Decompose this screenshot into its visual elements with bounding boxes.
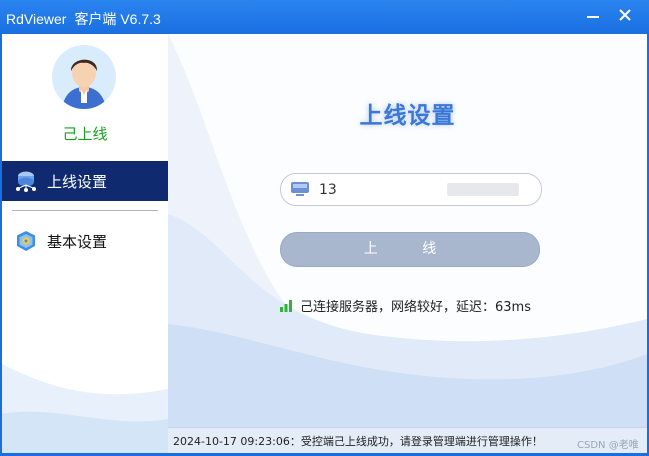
monitor-icon <box>291 182 309 196</box>
client-version: 客户端 V6.7.3 <box>74 11 161 27</box>
avatar <box>52 45 116 109</box>
app-name: RdViewer <box>6 11 67 27</box>
sidebar-item-online-settings[interactable]: 上线设置 <box>2 161 168 201</box>
window-content: 己上线 上线设置 基本设置 上线设置 13 上 线 己连接服务器，网络较好，延迟… <box>2 34 647 453</box>
sidebar-divider <box>12 210 158 211</box>
page-title: 上线设置 <box>359 103 456 129</box>
connection-status-text: 己连接服务器，网络较好，延迟：63ms <box>300 300 531 315</box>
close-icon <box>619 9 631 21</box>
main-panel: 上线设置 上 线 己连接服务器，网络较好，延迟：63ms <box>168 34 647 453</box>
minimize-button[interactable] <box>578 2 608 28</box>
device-id-field[interactable] <box>280 173 542 206</box>
shield-settings-icon <box>17 231 35 251</box>
redacted-mask <box>447 183 519 196</box>
title-bar[interactable]: RdViewer 客户端 V6.7.3 <box>0 0 649 34</box>
window-title: RdViewer 客户端 V6.7.3 <box>6 9 161 29</box>
sidebar-item-basic-settings[interactable]: 基本设置 <box>2 221 168 261</box>
user-avatar-icon <box>62 59 106 109</box>
online-status-label: 己上线 <box>62 125 108 143</box>
sidebar-item-label: 上线设置 <box>47 173 108 191</box>
status-bar: 2024-10-17 09:23:06：受控端己上线成功，请登录管理端进行管理操… <box>168 427 647 453</box>
minimize-icon <box>587 16 599 18</box>
app-window: RdViewer 客户端 V6.7.3 己上线 上线设置 基本设置 上线设置 1… <box>0 0 649 456</box>
sidebar: 己上线 上线设置 基本设置 <box>2 34 168 453</box>
close-button[interactable] <box>610 2 640 28</box>
go-online-button[interactable]: 上 线 <box>280 232 540 267</box>
watermark: CSDN @老唯 <box>577 440 639 451</box>
sidebar-item-label: 基本设置 <box>47 233 108 251</box>
signal-strength-icon <box>280 300 292 312</box>
network-icon <box>16 171 36 192</box>
status-bar-message: 2024-10-17 09:23:06：受控端己上线成功，请登录管理端进行管理操… <box>173 435 543 448</box>
